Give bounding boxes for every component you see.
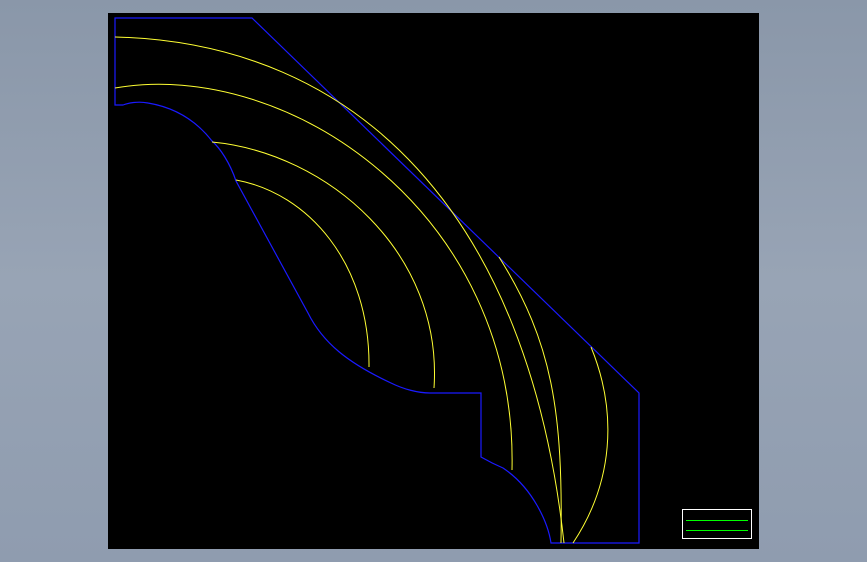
arc-3 (114, 83, 513, 471)
drawing-svg (114, 17, 640, 544)
arc-2 (211, 141, 435, 389)
title-block-rule-2 (686, 530, 748, 531)
arc-1 (235, 179, 370, 368)
title-block-rule-1 (686, 520, 748, 521)
arc-5 (498, 256, 562, 544)
arc-4 (114, 36, 565, 544)
arc-6 (572, 346, 609, 544)
title-block (682, 509, 752, 539)
cad-viewport[interactable] (108, 13, 759, 549)
